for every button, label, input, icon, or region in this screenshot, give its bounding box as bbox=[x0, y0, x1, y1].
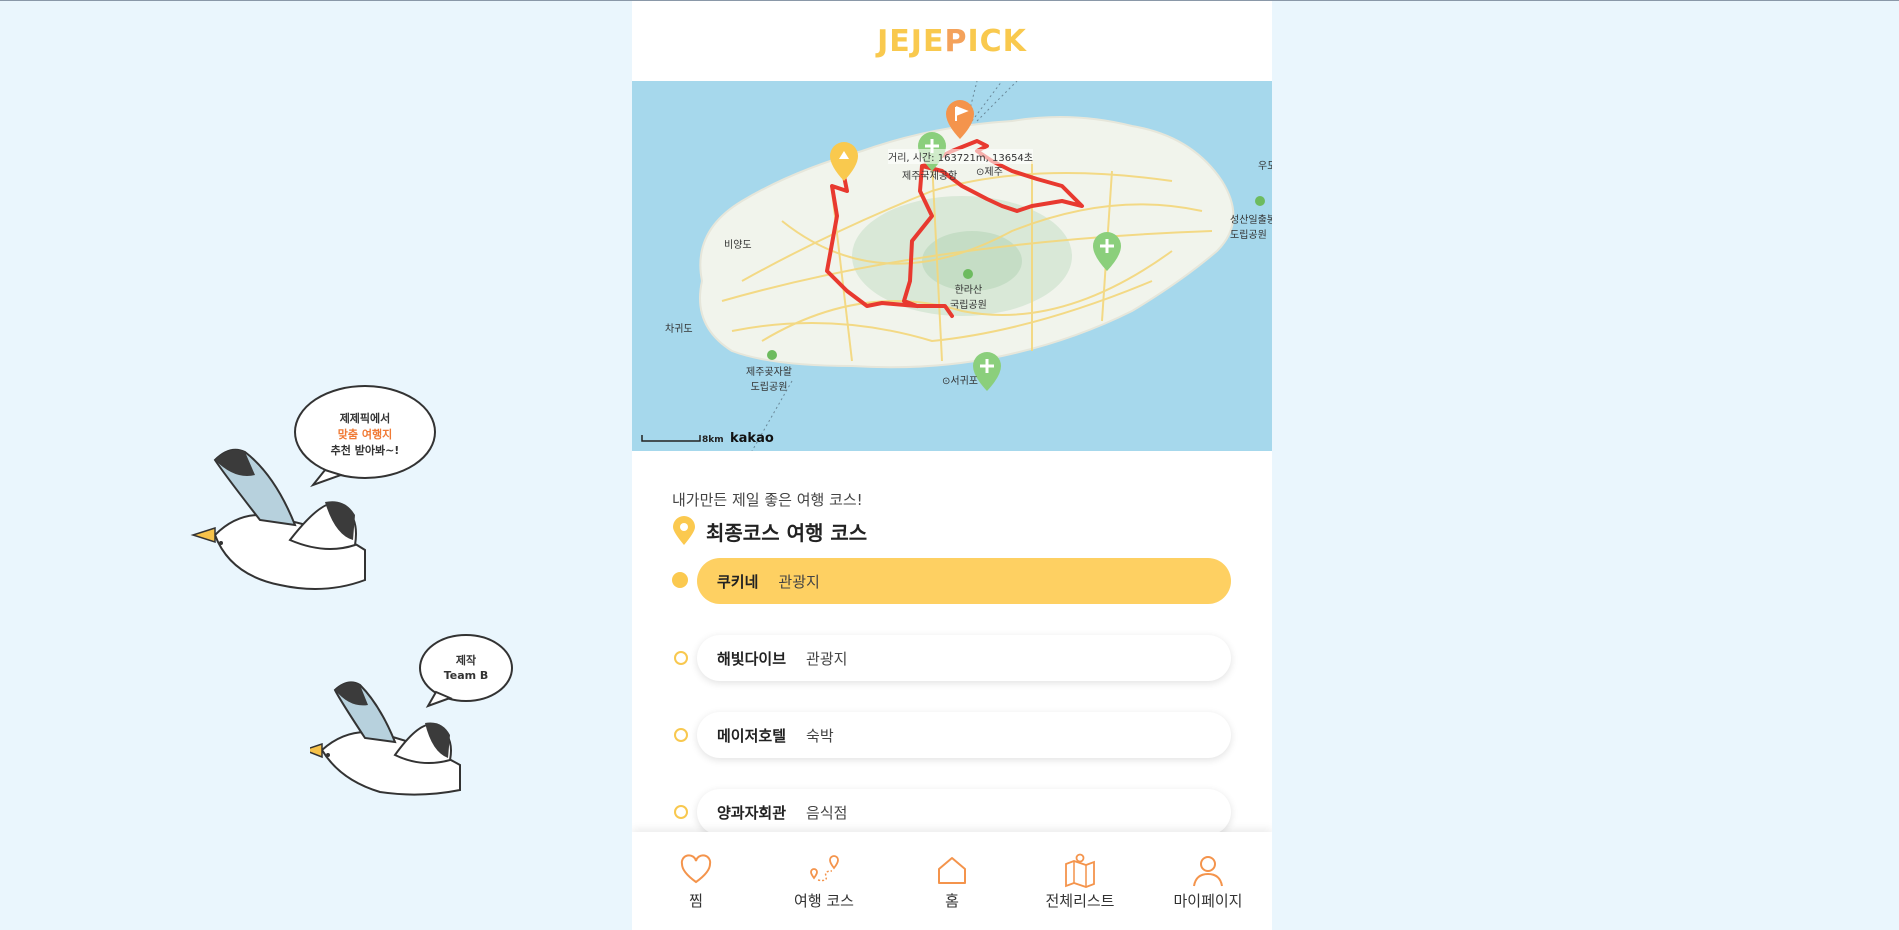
map-list-icon bbox=[1065, 853, 1095, 888]
map-label-biyangdo: 비양도 bbox=[724, 240, 752, 251]
timeline-dot bbox=[674, 728, 688, 742]
bubble1-line2: 맞춤 여행지 bbox=[338, 427, 392, 441]
timeline-dot bbox=[674, 651, 688, 665]
heart-icon bbox=[680, 854, 712, 884]
route-icon bbox=[810, 855, 839, 882]
park-icon bbox=[1255, 196, 1265, 206]
course-list: 쿠키네 관광지 해빛다이브 관광지 메이저호텔 숙박 양과자회관 음식점 bbox=[672, 558, 1232, 866]
place-name: 양과자회관 bbox=[717, 803, 787, 822]
bubble2-line2: Team B bbox=[444, 669, 489, 682]
bubble1-line1: 제제픽에서 bbox=[340, 411, 391, 425]
tab-home[interactable]: 홈 bbox=[888, 832, 1016, 930]
map-provider-logo: kakao bbox=[730, 431, 774, 446]
course-subtitle: 내가만든 제일 좋은 여행 코스! bbox=[672, 491, 863, 509]
course-title-row: 최종코스 여행 코스 bbox=[672, 516, 1232, 546]
list-item[interactable]: 메이저호텔 숙박 bbox=[672, 712, 1232, 789]
map-label-seogwipo: ⊙서귀포 bbox=[942, 376, 978, 387]
map-label-gotjawal: 제주곶자왈 도립공원 bbox=[746, 367, 792, 393]
bottom-tab-bar: 찜 여행 코스 홈 전체리스트 마이페이지 bbox=[632, 832, 1272, 930]
map-label-udo: 우도 bbox=[1258, 161, 1272, 172]
app-logo[interactable]: JEJEPICK bbox=[877, 24, 1027, 59]
scale-bar bbox=[641, 435, 701, 442]
logo-part-jeje: JEJE bbox=[877, 23, 945, 59]
seagull-mascot-large: 제제픽에서 맞춤 여행지 추천 받아봐~! bbox=[190, 385, 436, 590]
route-distance-info: 거리, 시간: 163721m, 13654초 bbox=[888, 149, 1033, 164]
bubble2-line1: 제작 bbox=[456, 653, 476, 667]
map-canvas bbox=[641, 81, 1265, 451]
course-card[interactable]: 양과자회관 음식점 bbox=[697, 789, 1231, 835]
tab-label: 찜 bbox=[689, 892, 703, 910]
logo-part-p: P bbox=[944, 23, 968, 59]
tab-full-list[interactable]: 전체리스트 bbox=[1016, 832, 1144, 930]
course-section: 내가만든 제일 좋은 여행 코스! 최종코스 여행 코스 쿠키네 관광지 해빛다… bbox=[632, 451, 1272, 866]
place-category: 음식점 bbox=[806, 803, 848, 822]
list-item[interactable]: 쿠키네 관광지 bbox=[672, 558, 1232, 635]
timeline-dot bbox=[674, 805, 688, 819]
logo-part-ick: ICK bbox=[967, 23, 1027, 59]
place-name: 쿠키네 bbox=[717, 572, 759, 591]
timeline-dot-active bbox=[672, 572, 688, 588]
list-item[interactable]: 해빛다이브 관광지 bbox=[672, 635, 1232, 712]
home-icon bbox=[938, 857, 966, 884]
map-label-airport: 제주국제공항 bbox=[902, 171, 958, 182]
route-map[interactable]: 거리, 시간: 163721m, 13654초 제주국제공항 ⊙제주 비양도 차… bbox=[632, 81, 1272, 451]
scale-label: 8km bbox=[702, 435, 724, 445]
place-category: 숙박 bbox=[806, 726, 834, 745]
place-name: 해빛다이브 bbox=[717, 649, 787, 668]
map-label-hallasan: 한라산 국립공원 bbox=[950, 285, 987, 311]
tab-label: 여행 코스 bbox=[794, 892, 854, 910]
map-label-seongsan: 성산일출봉 도립공원 bbox=[1230, 215, 1272, 241]
user-icon bbox=[1193, 856, 1223, 887]
seagull-mascot-small: 제작 Team B bbox=[310, 634, 513, 796]
place-category: 관광지 bbox=[806, 649, 848, 668]
tab-travel-course[interactable]: 여행 코스 bbox=[760, 832, 888, 930]
app-screen: JEJEPICK 거리, 시간: 163721m, 13654초 제주국제공항 … bbox=[632, 1, 1272, 930]
place-name: 메이저호텔 bbox=[717, 726, 787, 745]
tab-wishlist[interactable]: 찜 bbox=[632, 832, 760, 930]
location-pin-icon bbox=[673, 516, 695, 545]
tab-label: 홈 bbox=[945, 892, 959, 910]
course-card-active[interactable]: 쿠키네 관광지 bbox=[697, 558, 1231, 604]
map-label-jeju: ⊙제주 bbox=[976, 167, 1003, 178]
park-icon bbox=[963, 269, 973, 279]
course-title: 최종코스 여행 코스 bbox=[706, 520, 868, 545]
course-card[interactable]: 메이저호텔 숙박 bbox=[697, 712, 1231, 758]
header: JEJEPICK bbox=[632, 1, 1272, 81]
tab-label: 마이페이지 bbox=[1173, 892, 1243, 910]
bubble1-line3: 추천 받아봐~! bbox=[331, 443, 400, 457]
map-label-chagwido: 차귀도 bbox=[665, 324, 693, 335]
tab-label: 전체리스트 bbox=[1045, 892, 1115, 910]
park-icon bbox=[767, 350, 777, 360]
place-category: 관광지 bbox=[778, 572, 820, 591]
course-card[interactable]: 해빛다이브 관광지 bbox=[697, 635, 1231, 681]
tab-my-page[interactable]: 마이페이지 bbox=[1144, 832, 1272, 930]
